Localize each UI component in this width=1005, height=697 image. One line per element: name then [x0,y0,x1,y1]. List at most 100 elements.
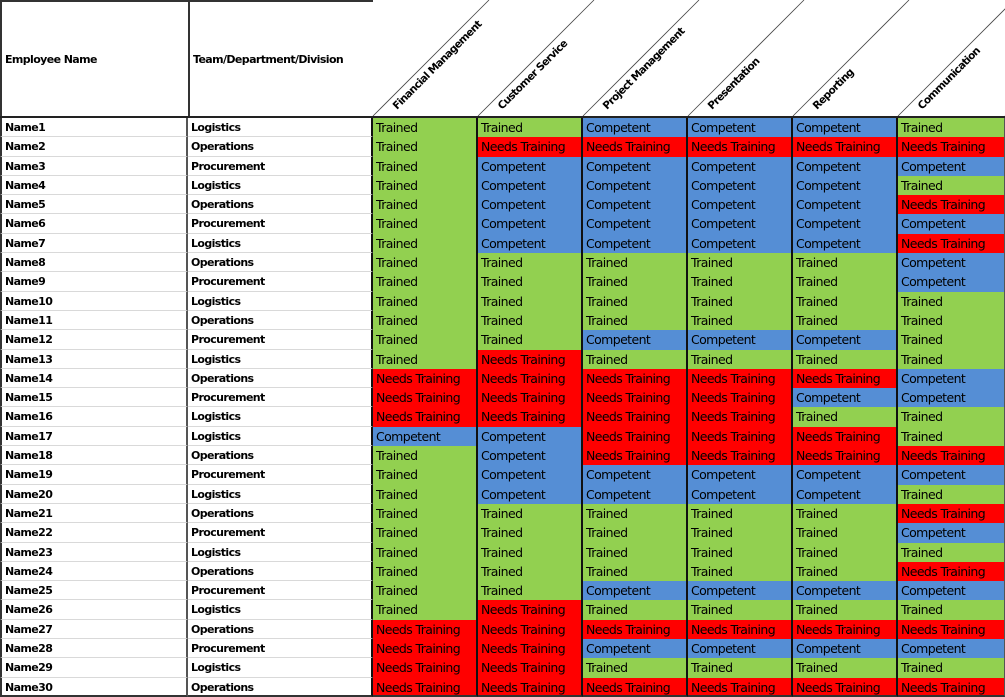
skill-status-cell[interactable]: Competent [898,388,1005,408]
skill-status-cell[interactable]: Competent [898,253,1005,273]
skill-status-cell[interactable]: Competent [898,214,1005,234]
skill-status-cell[interactable]: Trained [373,465,478,485]
skill-status-cell[interactable]: Trained [478,503,583,524]
skill-status-cell[interactable]: Trained [583,253,688,273]
employee-name-cell[interactable]: Name2 [0,137,188,157]
skill-status-cell[interactable]: Trained [898,600,1005,620]
skill-status-cell[interactable]: Needs Training [793,446,898,466]
employee-name-cell[interactable]: Name14 [0,368,188,389]
team-cell[interactable]: Procurement [188,330,373,350]
employee-name-cell[interactable]: Name5 [0,195,188,215]
skill-status-cell[interactable]: Needs Training [478,349,583,369]
skill-status-cell[interactable]: Competent [583,330,688,350]
skill-status-cell[interactable]: Trained [373,446,478,466]
team-cell[interactable]: Operations [188,310,373,331]
skill-status-cell[interactable]: Trained [478,291,583,311]
skill-status-cell[interactable]: Competent [583,195,688,215]
team-cell[interactable]: Logistics [188,118,373,138]
skill-status-cell[interactable]: Trained [583,310,688,331]
skill-status-cell[interactable]: Competent [478,195,583,215]
team-cell[interactable]: Operations [188,619,373,640]
skill-status-cell[interactable]: Trained [793,542,898,562]
skill-status-cell[interactable]: Trained [688,542,793,562]
employee-name-cell[interactable]: Name18 [0,446,188,466]
employee-name-cell[interactable]: Name11 [0,310,188,331]
employee-name-cell[interactable]: Name9 [0,272,188,292]
skill-status-cell[interactable]: Trained [688,272,793,292]
skill-status-cell[interactable]: Trained [688,658,793,678]
skill-status-cell[interactable]: Needs Training [688,677,793,697]
skill-status-cell[interactable]: Trained [583,542,688,562]
skill-status-cell[interactable]: Competent [478,484,583,504]
skill-status-cell[interactable]: Competent [793,330,898,350]
skill-status-cell[interactable]: Needs Training [478,677,583,697]
skill-status-cell[interactable]: Trained [373,600,478,620]
employee-name-cell[interactable]: Name8 [0,253,188,273]
team-cell[interactable]: Operations [188,195,373,215]
skill-status-cell[interactable]: Competent [688,581,793,601]
employee-name-cell[interactable]: Name30 [0,677,188,697]
skill-status-cell[interactable]: Trained [583,658,688,678]
team-cell[interactable]: Procurement [188,465,373,485]
skill-status-cell[interactable]: Competent [793,195,898,215]
employee-name-cell[interactable]: Name21 [0,503,188,524]
team-cell[interactable]: Procurement [188,214,373,234]
skill-status-cell[interactable]: Trained [373,195,478,215]
skill-status-cell[interactable]: Needs Training [478,619,583,640]
skill-status-cell[interactable]: Competent [478,426,583,447]
team-cell[interactable]: Operations [188,561,373,582]
skill-status-cell[interactable]: Competent [583,581,688,601]
skill-status-cell[interactable]: Needs Training [898,137,1005,157]
team-cell[interactable]: Logistics [188,658,373,678]
skill-status-cell[interactable]: Competent [793,175,898,196]
team-cell[interactable]: Procurement [188,581,373,601]
skill-status-cell[interactable]: Trained [793,600,898,620]
skill-status-cell[interactable]: Needs Training [688,619,793,640]
skill-status-cell[interactable]: Trained [793,561,898,582]
skill-status-cell[interactable]: Needs Training [583,388,688,408]
skill-status-cell[interactable]: Trained [688,349,793,369]
skill-status-cell[interactable]: Trained [478,330,583,350]
skill-status-cell[interactable]: Needs Training [688,368,793,389]
skill-status-cell[interactable]: Needs Training [583,446,688,466]
skill-status-cell[interactable]: Needs Training [373,388,478,408]
skill-status-cell[interactable]: Trained [478,581,583,601]
employee-name-cell[interactable]: Name4 [0,175,188,196]
skill-status-cell[interactable]: Needs Training [373,407,478,427]
skill-status-cell[interactable]: Trained [793,407,898,427]
employee-name-cell[interactable]: Name27 [0,619,188,640]
skill-status-cell[interactable]: Trained [688,310,793,331]
skill-status-cell[interactable]: Needs Training [898,195,1005,215]
team-cell[interactable]: Operations [188,503,373,524]
employee-name-cell[interactable]: Name20 [0,484,188,504]
team-cell[interactable]: Operations [188,137,373,157]
skill-status-cell[interactable]: Competent [793,214,898,234]
skill-status-cell[interactable]: Trained [373,233,478,254]
employee-name-cell[interactable]: Name12 [0,330,188,350]
skill-status-cell[interactable]: Competent [898,465,1005,485]
skill-status-cell[interactable]: Trained [373,310,478,331]
skill-status-cell[interactable]: Trained [373,156,478,176]
employee-name-cell[interactable]: Name6 [0,214,188,234]
skill-status-cell[interactable]: Competent [898,368,1005,389]
skill-status-cell[interactable]: Needs Training [583,137,688,157]
skill-status-cell[interactable]: Trained [583,291,688,311]
team-cell[interactable]: Logistics [188,484,373,504]
employee-name-cell[interactable]: Name10 [0,291,188,311]
skill-status-cell[interactable]: Trained [793,523,898,543]
team-cell[interactable]: Procurement [188,272,373,292]
skill-status-cell[interactable]: Trained [898,349,1005,369]
skill-status-cell[interactable]: Competent [688,156,793,176]
skill-status-cell[interactable]: Needs Training [478,137,583,157]
skill-status-cell[interactable]: Trained [373,175,478,196]
skill-status-cell[interactable]: Needs Training [373,619,478,640]
skill-status-cell[interactable]: Trained [583,600,688,620]
skill-status-cell[interactable]: Trained [898,175,1005,196]
skill-status-cell[interactable]: Needs Training [373,677,478,697]
skill-status-cell[interactable]: Competent [583,639,688,659]
employee-name-cell[interactable]: Name26 [0,600,188,620]
skill-status-cell[interactable]: Competent [688,175,793,196]
team-cell[interactable]: Operations [188,677,373,697]
skill-status-cell[interactable]: Trained [898,407,1005,427]
employee-name-cell[interactable]: Name3 [0,156,188,176]
